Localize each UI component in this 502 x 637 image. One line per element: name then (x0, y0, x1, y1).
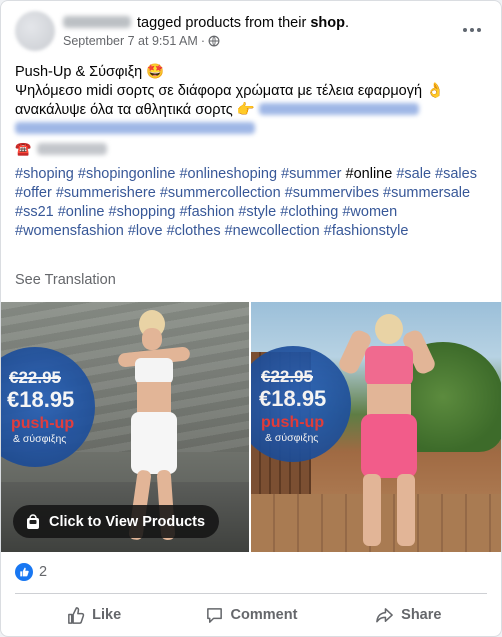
view-products-label: Click to View Products (49, 513, 206, 530)
avatar[interactable] (15, 11, 55, 51)
comment-label: Comment (230, 607, 298, 623)
view-products-button[interactable]: Click to View Products (13, 505, 220, 538)
shopping-bag-icon (27, 513, 39, 529)
post-line-2: Ψηλόμεσο midi σορτς σε διάφορα χρώματα μ… (15, 83, 445, 99)
title-period: . (344, 15, 349, 31)
hashtag-link[interactable]: #clothes (167, 223, 221, 239)
phone-icon: ☎️ (15, 141, 32, 156)
promo-subtext: & σύσφιξης (265, 432, 319, 444)
hashtag-link[interactable]: #fashion (179, 204, 234, 220)
divider (15, 593, 487, 594)
share-icon (376, 607, 394, 622)
hashtag-link[interactable]: #style (238, 204, 276, 220)
product-image-white-shorts[interactable]: €22.95 €18.95 push-up & σύσφιξης Click t… (1, 302, 249, 552)
like-label: Like (92, 607, 122, 623)
hashtag-link[interactable]: #sales (435, 166, 477, 182)
comment-icon (206, 607, 222, 623)
shop-url-blurred-continued[interactable] (15, 122, 255, 134)
post-headline: Push-Up & Σύσφιξη 🤩 (15, 64, 165, 80)
post-line-3-text: ανακάλυψε όλα τα αθλητικά σορτς 👉 (15, 102, 255, 118)
like-reaction-icon (15, 563, 33, 581)
post-title: tagged products from their shop. (63, 14, 349, 32)
reaction-count: 2 (39, 564, 48, 580)
new-price: €18.95 (259, 386, 327, 411)
hashtag-link[interactable]: #summervibes (285, 185, 379, 201)
hashtag-link[interactable]: #shopingonline (78, 166, 176, 182)
timestamp[interactable]: September 7 at 9:51 AM (63, 34, 198, 48)
share-button[interactable]: Share (330, 597, 487, 633)
thumbs-up-icon (68, 606, 85, 624)
new-price: €18.95 (7, 387, 75, 412)
phone-number-blurred (37, 142, 108, 155)
like-button[interactable]: Like (15, 597, 172, 633)
price-badge: €22.95 €18.95 push-up & σύσφιξης (251, 346, 351, 462)
model-figure (336, 310, 438, 550)
post-body: Push-Up & Σύσφιξη 🤩 Ψηλόμεσο midi σορτς … (15, 63, 489, 158)
old-price: €22.95 (9, 368, 61, 387)
comment-button[interactable]: Comment (172, 597, 329, 633)
hashtag-link[interactable]: #summerishere (56, 185, 156, 201)
share-label: Share (401, 607, 442, 623)
globe-icon[interactable] (208, 35, 220, 47)
hashtag-link[interactable]: #womensfashion (15, 223, 124, 239)
post-header: tagged products from their shop. Septemb… (15, 11, 487, 53)
hashtags: #shoping #shopingonline #onlineshoping #… (15, 165, 487, 241)
post-meta: September 7 at 9:51 AM · (63, 34, 220, 48)
hashtag-link[interactable]: #ss21 (15, 204, 54, 220)
hashtag-link[interactable]: #sale (396, 166, 431, 182)
hashtag-link[interactable]: #clothing (280, 204, 338, 220)
hashtag-link[interactable]: #summersale (383, 185, 470, 201)
promo-text: push-up (261, 414, 325, 431)
hashtag-link[interactable]: #shopping (109, 204, 176, 220)
product-images: €22.95 €18.95 push-up & σύσφιξης Click t… (1, 302, 501, 552)
author-suffix: tagged products from their (137, 15, 307, 31)
hashtag-link[interactable]: #fashionstyle (324, 223, 409, 239)
phone-line: ☎️ (15, 139, 489, 158)
product-image-pink-shorts[interactable]: €22.95 €18.95 push-up & σύσφιξης (251, 302, 501, 552)
author-name-blurred[interactable] (63, 16, 131, 28)
promo-subtext: & σύσφιξης (13, 433, 67, 445)
hashtag-link[interactable]: #onlineshoping (179, 166, 277, 182)
shop-url-blurred[interactable] (258, 103, 419, 115)
hashtag-link: #online (345, 166, 393, 182)
meta-separator: · (200, 34, 205, 48)
hashtag-link[interactable]: #offer (15, 185, 52, 201)
shop-link[interactable]: shop (310, 15, 345, 31)
post-line-3: ανακάλυψε όλα τα αθλητικά σορτς 👉 (15, 101, 489, 120)
hashtag-link[interactable]: #love (128, 223, 163, 239)
reactions-summary[interactable]: 2 (15, 563, 47, 581)
hashtag-link[interactable]: #shoping (15, 166, 74, 182)
post-card: tagged products from their shop. Septemb… (0, 0, 502, 637)
post-actions: Like Comment Share (15, 597, 487, 633)
hashtag-link[interactable]: #women (342, 204, 397, 220)
see-translation-link[interactable]: See Translation (15, 272, 116, 288)
hashtag-link[interactable]: #summer (281, 166, 341, 182)
promo-text: push-up (11, 415, 75, 432)
hashtag-link[interactable]: #newcollection (225, 223, 320, 239)
hashtag-link[interactable]: #summercollection (160, 185, 281, 201)
hashtag-link[interactable]: #online (58, 204, 105, 220)
old-price: €22.95 (261, 367, 313, 386)
more-options-icon[interactable] (457, 17, 487, 43)
post-line-4 (15, 120, 489, 139)
